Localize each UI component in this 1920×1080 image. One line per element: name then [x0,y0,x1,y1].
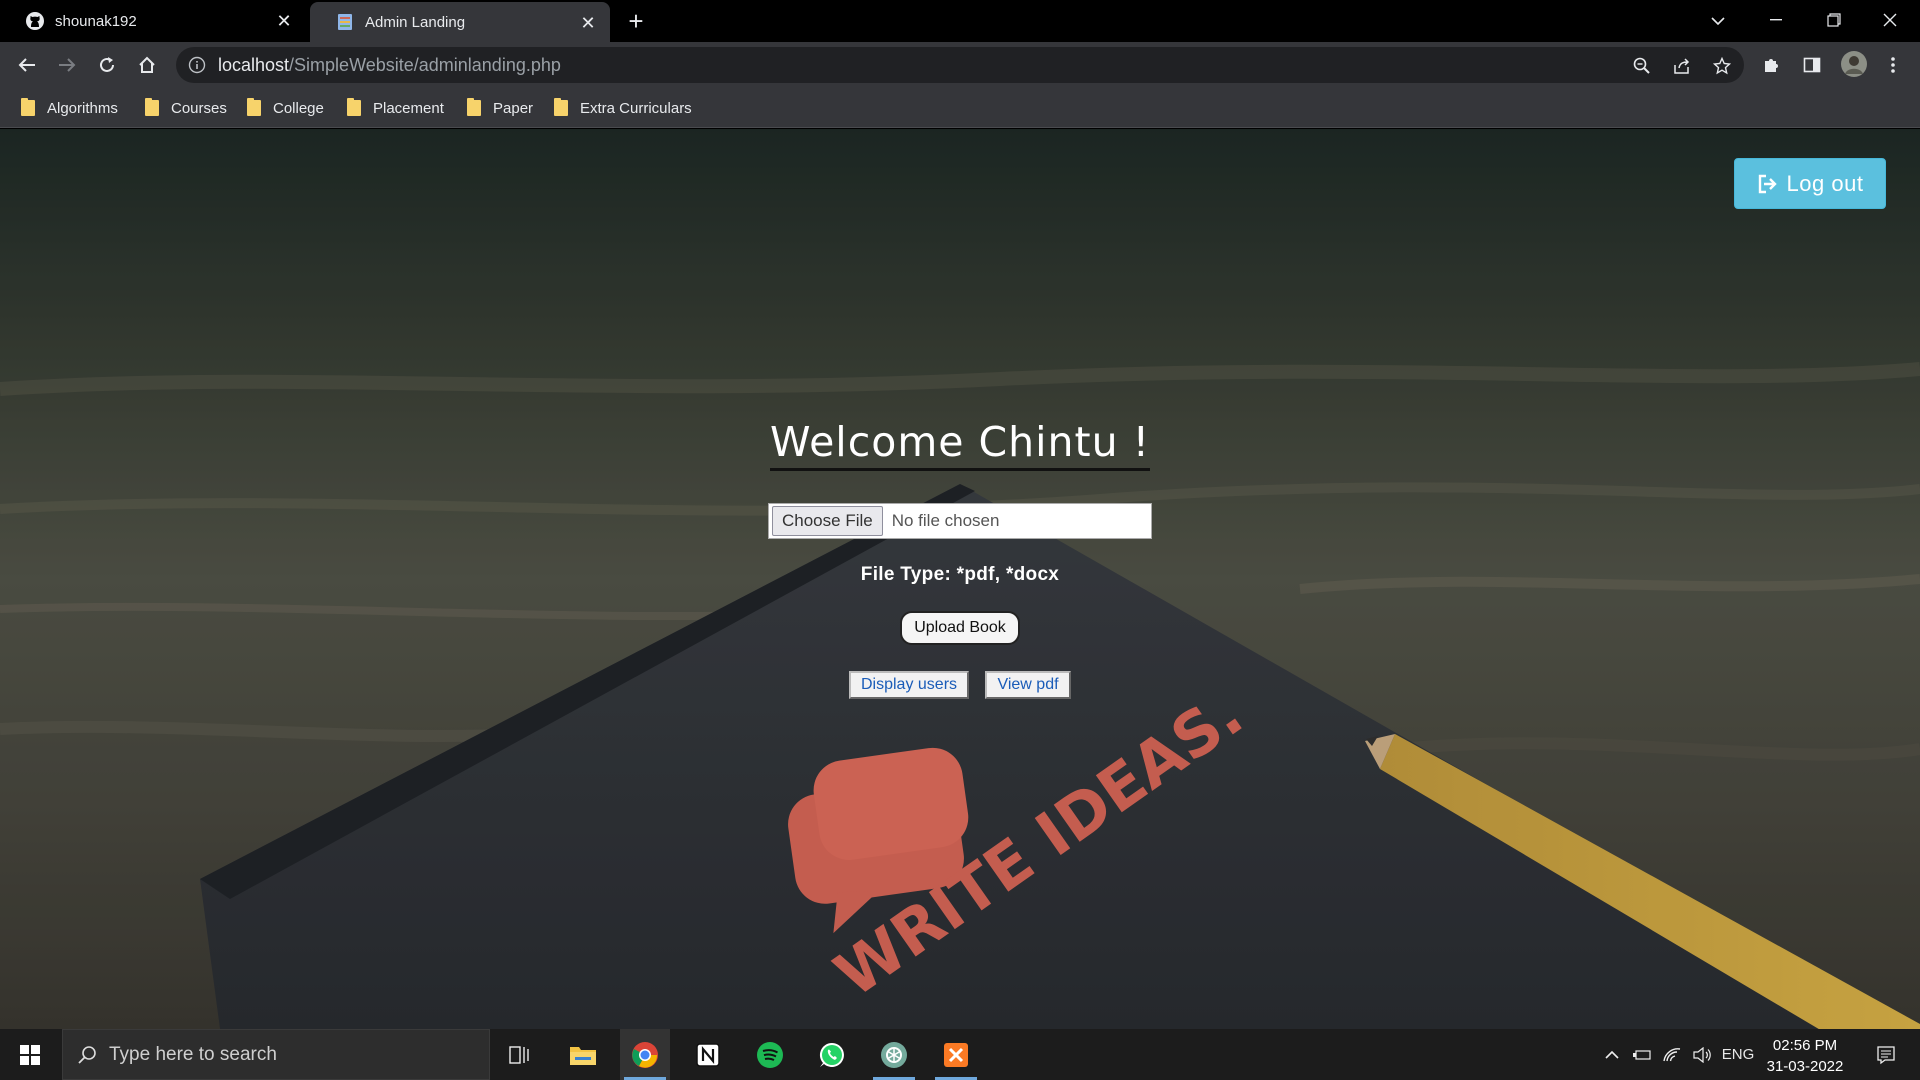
profile-avatar[interactable] [1838,48,1870,80]
bookmark-label: Paper [493,99,534,117]
tab-search-chevron-icon[interactable] [1700,6,1736,36]
bookmarks-bar: Algorithms Courses College Placement Pap… [0,88,1920,128]
extensions-puzzle-icon[interactable] [1757,50,1787,80]
search-icon [77,1045,97,1065]
welcome-heading: Welcome Chintu ! [769,418,1151,471]
bookmark-label: Algorithms [47,99,118,117]
reload-icon[interactable] [92,50,122,80]
site-info-icon[interactable] [188,56,206,74]
welcome-heading-wrap: Welcome Chintu ! [0,418,1920,471]
chrome-taskbar-icon[interactable] [620,1029,670,1080]
page-icon [335,12,355,32]
notifications-icon[interactable] [1866,1029,1906,1080]
spotify-icon[interactable] [745,1029,795,1080]
close-window-icon[interactable] [1862,0,1918,40]
share-icon[interactable] [1671,55,1693,77]
show-hidden-icons-chevron-icon[interactable] [1598,1029,1626,1080]
tab-strip: shounak192 ✕ Admin Landing ✕ + [0,0,1920,42]
task-view-icon[interactable] [495,1029,545,1080]
zoom-icon[interactable] [1631,55,1653,77]
upload-book-button[interactable]: Upload Book [900,611,1020,645]
url-path: /SimpleWebsite/adminlanding.php [289,55,561,75]
search-placeholder: Type here to search [109,1043,277,1065]
tab-title: Admin Landing [365,13,466,31]
bookmark-label: Extra Curriculars [580,99,692,117]
folder-icon [347,98,361,116]
folder-icon [145,98,159,116]
language-indicator[interactable]: ENG [1718,1029,1758,1080]
logout-button[interactable]: Log out [1734,158,1886,209]
folder-icon [554,98,568,116]
windows-taskbar: Type here to search ENG 02:56 PM 31-03-2… [0,1029,1920,1080]
bookmark-extra-curriculars[interactable]: Extra Curriculars [554,96,692,120]
notion-icon[interactable] [683,1029,733,1080]
bookmark-label: Courses [171,99,227,117]
file-input[interactable]: Choose File No file chosen [768,503,1152,539]
windows-start-icon[interactable] [0,1029,60,1080]
taskbar-search-box[interactable]: Type here to search [62,1029,490,1080]
choose-file-button[interactable]: Choose File [772,506,883,536]
tab-title: shounak192 [55,12,137,30]
volume-icon[interactable] [1688,1029,1716,1080]
whatsapp-icon[interactable] [807,1029,857,1080]
close-tab-icon[interactable]: ✕ [578,13,598,33]
tab-github[interactable]: shounak192 ✕ [0,0,306,42]
browser-toolbar: localhost/SimpleWebsite/adminlanding.php [0,42,1920,88]
bookmark-college[interactable]: College [247,96,324,120]
new-tab-icon[interactable]: + [622,8,650,36]
bookmark-paper[interactable]: Paper [467,96,533,120]
bookmark-star-icon[interactable] [1711,55,1733,77]
folder-icon [247,98,261,116]
forward-arrow-icon[interactable] [52,50,82,80]
back-arrow-icon[interactable] [12,50,42,80]
github-icon [25,11,45,31]
display-users-button[interactable]: Display users [849,671,969,699]
bookmark-algorithms[interactable]: Algorithms [21,96,118,120]
clock-date: 31-03-2022 [1766,1058,1844,1075]
xampp-icon[interactable] [931,1029,981,1080]
wifi-icon[interactable] [1658,1029,1686,1080]
sign-out-icon [1757,174,1779,194]
folder-icon [21,98,35,116]
file-status-text: No file chosen [891,511,1000,530]
minimize-icon[interactable] [1748,0,1804,40]
view-pdf-button[interactable]: View pdf [985,671,1071,699]
page-viewport: WRITE IDEAS. Log out Welcome Chintu ! Ch… [0,129,1920,1029]
chrome-menu-icon[interactable] [1878,50,1908,80]
file-explorer-icon[interactable] [558,1029,608,1080]
url-text: localhost/SimpleWebsite/adminlanding.php [218,55,561,76]
logout-label: Log out [1786,170,1864,196]
url-host: localhost [218,55,290,75]
battery-icon[interactable] [1628,1029,1656,1080]
clock-time: 02:56 PM [1772,1037,1838,1054]
bookmark-courses[interactable]: Courses [145,96,227,120]
address-bar[interactable]: localhost/SimpleWebsite/adminlanding.php [176,47,1744,83]
clock[interactable]: 02:56 PM 31-03-2022 [1760,1035,1850,1077]
side-panel-icon[interactable] [1797,50,1827,80]
restore-icon[interactable] [1806,0,1862,40]
bookmark-label: College [273,99,324,117]
tab-admin-landing[interactable]: Admin Landing ✕ [310,2,610,42]
home-icon[interactable] [132,50,162,80]
chatgpt-icon[interactable] [869,1029,919,1080]
bookmark-placement[interactable]: Placement [347,96,444,120]
folder-icon [467,98,481,116]
bookmark-label: Placement [373,99,444,117]
file-type-hint: File Type: *pdf, *docx [860,564,1060,585]
close-tab-icon[interactable]: ✕ [274,11,294,31]
